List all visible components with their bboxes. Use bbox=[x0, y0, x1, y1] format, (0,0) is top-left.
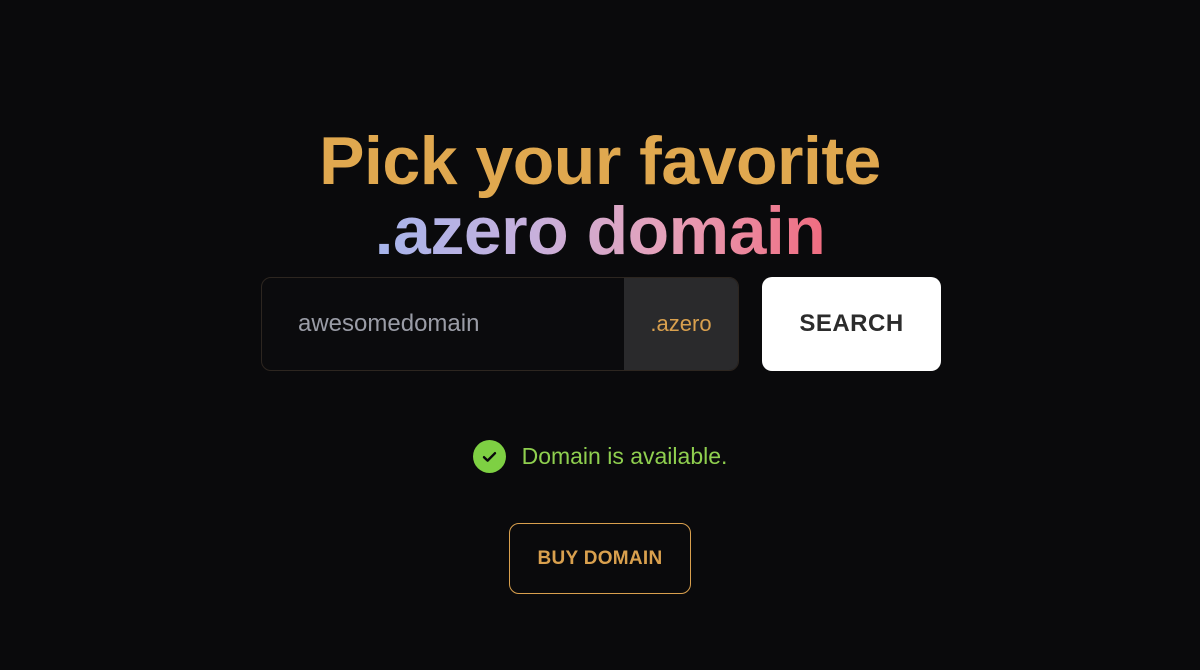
headline-line-1: Pick your favorite bbox=[319, 122, 881, 199]
headline-line-2: .azero domain bbox=[374, 192, 826, 269]
page: Pick your favorite .azero domain .azero … bbox=[0, 0, 1200, 670]
tld-suffix: .azero bbox=[624, 278, 738, 370]
buy-domain-button[interactable]: BUY DOMAIN bbox=[509, 523, 691, 594]
page-headline: Pick your favorite .azero domain bbox=[0, 126, 1200, 266]
check-circle-icon bbox=[472, 440, 506, 473]
availability-text: Domain is available. bbox=[521, 443, 728, 469]
domain-search-form: .azero SEARCH bbox=[261, 277, 941, 371]
search-button[interactable]: SEARCH bbox=[762, 277, 941, 371]
domain-search-input[interactable] bbox=[262, 278, 624, 370]
availability-status: Domain is available. bbox=[0, 440, 1200, 473]
domain-input-group: .azero bbox=[261, 277, 739, 371]
